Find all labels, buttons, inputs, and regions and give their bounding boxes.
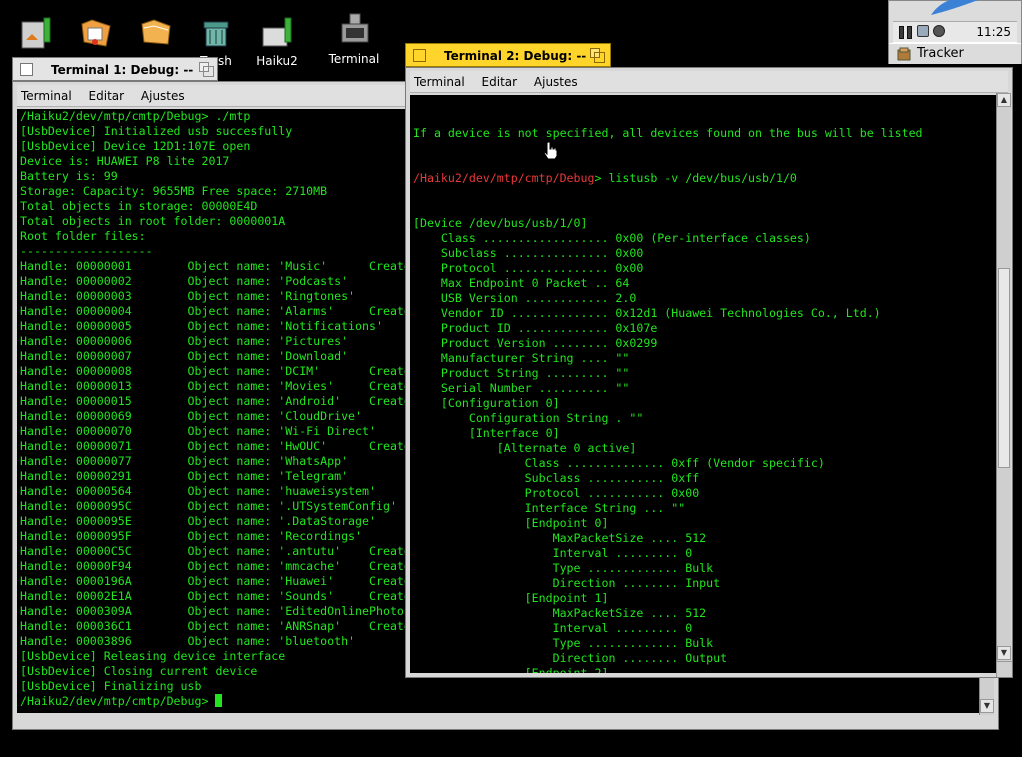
clock[interactable]: 11:25 (976, 25, 1011, 39)
terminal-line: Class .................. 0x00 (Per-inter… (413, 231, 811, 245)
menu-terminal[interactable]: Terminal (17, 85, 81, 103)
prompt-path: /Haiku2/dev/mtp/cmtp/Debug (413, 171, 595, 185)
prompt-text: /Haiku2/dev/mtp/cmtp/Debug> (20, 694, 216, 708)
command-line: /Haiku2/dev/mtp/cmtp/Debug> listusb -v /… (413, 171, 993, 186)
scroll-thumb[interactable] (998, 268, 1010, 468)
zoom-icon[interactable] (199, 62, 214, 77)
terminal-line: Protocol ........... 0x00 (413, 486, 700, 500)
audio-icon[interactable] (933, 25, 945, 37)
terminal-line: Interval ......... 0 (413, 546, 693, 560)
terminal-line: Subclass ........... 0xff (413, 471, 700, 485)
folder-icon (138, 14, 174, 50)
terminal-line: Configuration String . "" (413, 411, 644, 425)
terminal-line: Interval ......... 0 (413, 621, 693, 635)
terminal-line: MaxPacketSize .... 512 (413, 606, 707, 620)
command-text: > listusb -v /dev/bus/usb/1/0 (594, 171, 797, 185)
resize-handle[interactable] (996, 661, 1012, 677)
terminal-line: Protocol ............... 0x00 (413, 261, 644, 275)
terminal-line: Serial Number .......... "" (413, 381, 630, 395)
terminal-line: Product ID ............. 0x107e (413, 321, 658, 335)
terminal2-window: Terminal Editar Ajustes If a device is n… (405, 67, 1013, 678)
text-cursor (215, 694, 223, 707)
terminal-line: USB Version ............ 2.0 (413, 291, 637, 305)
terminal-line: MaxPacketSize .... 512 (413, 531, 707, 545)
desktop-icon-haiku2[interactable]: Haiku2 (241, 14, 313, 68)
terminal-line: [Alternate 0 active] (413, 441, 637, 455)
terminal-line: Manufacturer String .... "" (413, 351, 630, 365)
terminal-line: Direction ........ Output (413, 651, 728, 665)
terminal-line: Type ............. Bulk (413, 636, 714, 650)
terminal-line: [Endpoint 2] (413, 666, 609, 673)
terminal-app-icon (336, 12, 372, 48)
scroll-up-icon[interactable]: ▲ (997, 93, 1011, 107)
close-icon[interactable] (413, 49, 426, 62)
tracker-item[interactable]: Tracker (889, 43, 1021, 64)
menu-ajustes[interactable]: Ajustes (530, 71, 587, 89)
usage-line: If a device is not specified, all device… (413, 126, 923, 140)
cpu-meter-icon[interactable] (907, 26, 912, 39)
terminal-line: [Interface 0] (413, 426, 560, 440)
terminal-line: Type ............. Bulk (413, 561, 714, 575)
scroll-down-icon[interactable]: ▼ (997, 646, 1011, 660)
zoom-icon[interactable] (590, 48, 605, 63)
terminal1-titlebar[interactable]: Terminal 1: Debug: -- (12, 57, 218, 81)
folder-people-icon (78, 14, 114, 50)
terminal-line: Direction ........ Input (413, 576, 721, 590)
trash-icon (198, 14, 234, 50)
network-icon[interactable] (917, 25, 929, 37)
terminal2-menubar: Terminal Editar Ajustes (410, 71, 1008, 93)
menu-ajustes[interactable]: Ajustes (137, 85, 194, 103)
terminal-line: [Endpoint 1] (413, 591, 609, 605)
system-tray: 11:25 (893, 21, 1017, 43)
scroll-down-icon[interactable]: ▼ (980, 699, 994, 713)
tracker-icon (897, 47, 911, 61)
home-disk-icon (18, 14, 54, 50)
terminal2-titlebar[interactable]: Terminal 2: Debug: -- (405, 43, 611, 67)
close-icon[interactable] (20, 63, 33, 76)
terminal-line: Interface String ... "" (413, 501, 686, 515)
terminal-line: Product Version ........ 0x0299 (413, 336, 658, 350)
terminal-line: Max Endpoint 0 Packet .. 64 (413, 276, 630, 290)
terminal-line: Vendor ID .............. 0x12d1 (Huawei … (413, 306, 881, 320)
terminal2-scrollbar[interactable]: ▲ ▼ (996, 93, 1011, 661)
terminal-line: [Configuration 0] (413, 396, 560, 410)
terminal-line: [Endpoint 0] (413, 516, 609, 530)
disk-icon (259, 14, 295, 50)
terminal-line: [Device /dev/bus/usb/1/0] (413, 216, 588, 230)
tracker-label: Tracker (917, 46, 964, 61)
terminal-line: [UsbDevice] Finalizing usb (20, 679, 202, 693)
terminal-line: Subclass ............... 0x00 (413, 246, 644, 260)
cpu-meter-icon[interactable] (899, 26, 904, 39)
terminal2-output[interactable]: If a device is not specified, all device… (410, 95, 996, 673)
menu-editar[interactable]: Editar (478, 71, 527, 89)
prompt-line: /Haiku2/dev/mtp/cmtp/Debug> (20, 694, 976, 709)
window-title: Terminal 2: Debug: -- (444, 49, 587, 63)
terminal-line: Class .............. 0xff (Vendor specif… (413, 456, 825, 470)
hand-cursor-icon (543, 141, 559, 163)
menu-terminal[interactable]: Terminal (410, 71, 474, 89)
deskbar: 11:25 Tracker (888, 0, 1022, 64)
menu-editar[interactable]: Editar (85, 85, 134, 103)
window-title: Terminal 1: Debug: -- (51, 63, 194, 77)
terminal-line: Product String ......... "" (413, 366, 630, 380)
desktop-icon-terminal[interactable]: Terminal (318, 12, 390, 66)
